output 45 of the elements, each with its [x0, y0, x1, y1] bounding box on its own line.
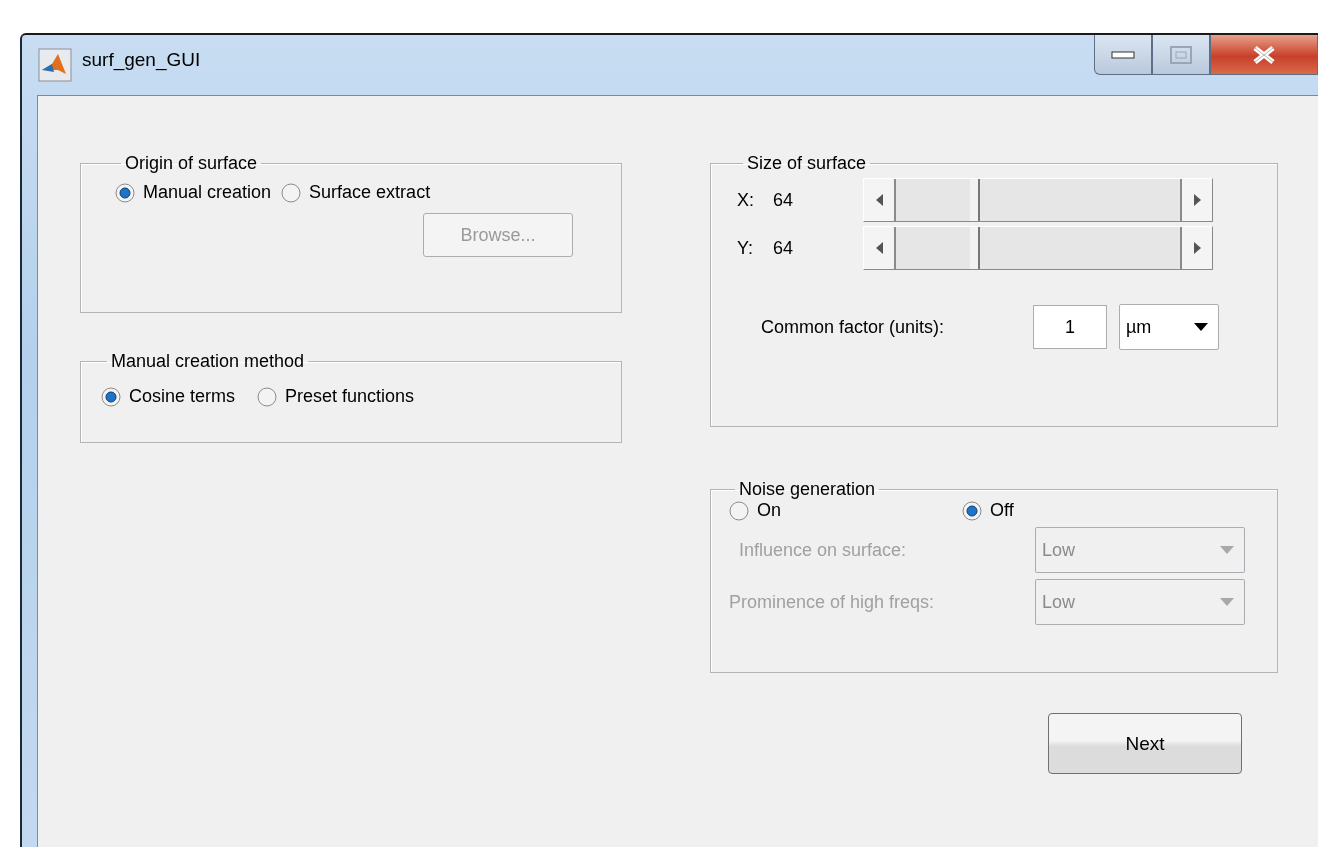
app-icon — [38, 48, 72, 82]
maximize-button[interactable] — [1152, 35, 1210, 75]
radio-label: Preset functions — [285, 386, 415, 407]
dropdown-caret-icon — [1220, 546, 1234, 554]
axis-label: Y: — [737, 237, 754, 259]
panel-title: Size of surface — [746, 153, 868, 174]
left-arrow-icon — [875, 194, 883, 206]
dropdown-caret-icon — [1220, 598, 1234, 606]
radio-label: Manual creation — [143, 182, 272, 203]
right-arrow-icon — [1193, 194, 1201, 206]
radio-button[interactable] — [281, 182, 302, 203]
radio-button[interactable] — [101, 386, 121, 407]
radio-label: Cosine terms — [129, 386, 236, 407]
slider-thumb[interactable] — [969, 227, 980, 269]
minimize-icon — [1111, 50, 1135, 59]
right-arrow-icon — [1193, 242, 1201, 254]
panel-title: Noise generation — [738, 479, 877, 500]
slider-thumb[interactable] — [969, 179, 980, 221]
close-button[interactable] — [1210, 35, 1318, 75]
radio-label: On — [757, 500, 781, 521]
factor-field[interactable]: 1 — [1033, 305, 1107, 349]
axis-value: 64 — [773, 189, 795, 211]
setting-label: Influence on surface: — [738, 539, 908, 561]
minimize-button[interactable] — [1094, 35, 1152, 75]
factor-label: Common factor (units): — [761, 316, 946, 338]
left-arrow-icon — [875, 242, 883, 254]
setting-label: Prominence of high freqs: — [729, 591, 936, 613]
radio-label: Off — [990, 500, 1014, 521]
radio-button[interactable] — [257, 386, 278, 407]
size-slider[interactable] — [863, 178, 1213, 222]
panel-title: Origin of surface — [124, 153, 259, 174]
close-icon — [1252, 45, 1276, 64]
axis-value: 64 — [773, 237, 795, 259]
next-button[interactable]: Next — [1048, 713, 1242, 774]
maximize-icon — [1170, 45, 1192, 64]
radio-button[interactable] — [729, 500, 749, 521]
panel-title: Manual creation method — [110, 351, 306, 372]
dropdown-caret-icon — [1194, 323, 1208, 331]
window-title: surf_gen_GUI — [82, 49, 201, 71]
unit-dropdown[interactable]: µm — [1119, 304, 1219, 350]
size-slider[interactable] — [863, 226, 1213, 270]
radio-button[interactable] — [115, 182, 135, 203]
radio-button[interactable] — [962, 500, 982, 521]
axis-label: X: — [737, 189, 755, 211]
radio-label: Surface extract — [309, 182, 431, 203]
